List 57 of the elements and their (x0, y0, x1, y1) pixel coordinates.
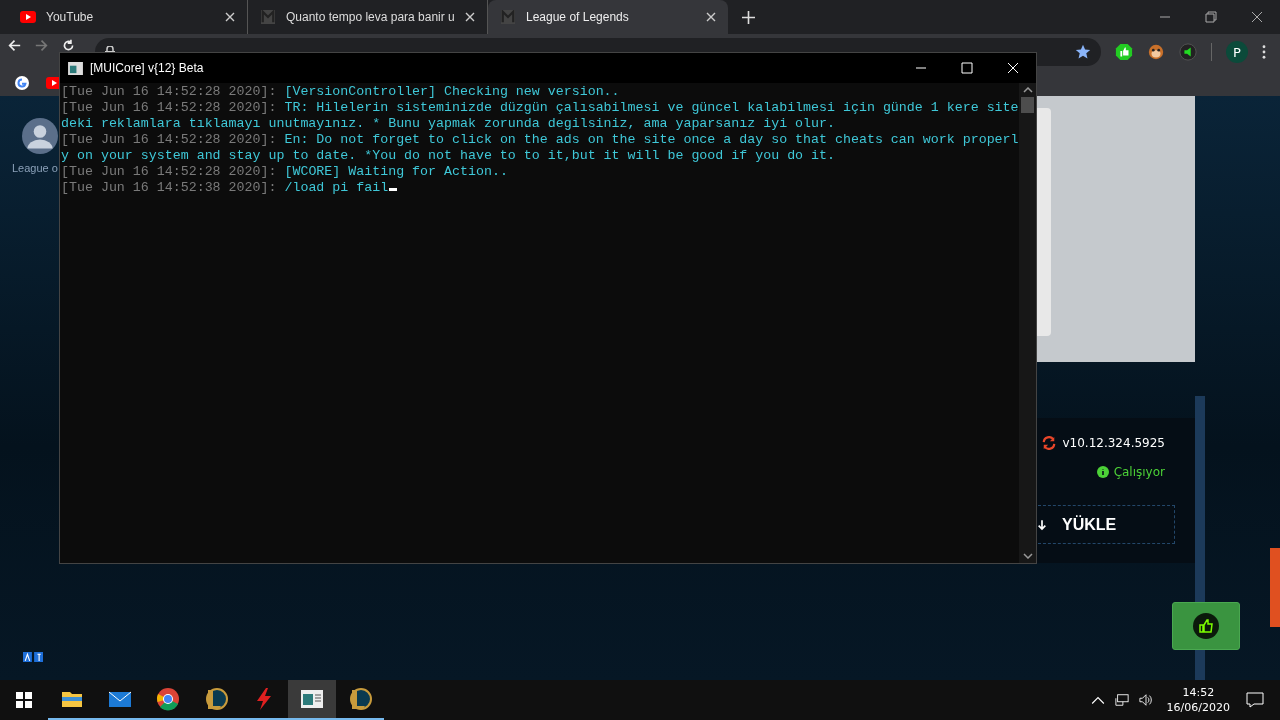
game-label: League o (11, 162, 58, 174)
load-button[interactable]: YÜKLE (1038, 505, 1175, 544)
network-icon[interactable] (1114, 693, 1129, 707)
version-text: v10.12.324.5925 (1062, 436, 1165, 450)
m-logo-icon (260, 10, 276, 24)
browser-tab[interactable]: League of Legends (488, 0, 728, 34)
speaker-icon[interactable] (1179, 43, 1197, 61)
windows-start-icon[interactable] (16, 692, 32, 708)
log-line: [Tue Jun 16 14:52:28 2020]: TR: Hilelerin sisteminizde düzgün çalısabilmesi ve güncel kalabilmesi için günde 1 kere sitedeki reklamlara tıklamayı unutmayınız. * Bunu yapmak zorunda degilsiniz, ama yaparsanız iyi olur. (61, 100, 1019, 132)
tab-title: YouTube (46, 10, 95, 24)
close-icon[interactable] (1251, 11, 1263, 23)
like-button[interactable] (1172, 602, 1240, 650)
thumbs-up-icon (1193, 613, 1219, 639)
star-icon[interactable] (1075, 44, 1091, 60)
window-icon (300, 687, 324, 711)
new-tab-icon[interactable] (742, 10, 755, 24)
volume-icon[interactable] (1138, 693, 1153, 707)
log-line: [Tue Jun 16 14:52:28 2020]: [VersionController] Checking new version.. (61, 84, 621, 100)
forward-icon[interactable] (35, 39, 48, 52)
google-icon[interactable] (14, 75, 30, 91)
taskbar-app[interactable] (288, 680, 336, 720)
m-logo-icon (500, 10, 516, 24)
profile-avatar[interactable]: P (1226, 41, 1248, 63)
text-cursor (389, 188, 398, 191)
back-icon[interactable] (8, 39, 21, 52)
tab-title: League of Legends (526, 10, 630, 24)
shield-icon (204, 687, 228, 711)
log-line: [Tue Jun 16 14:52:28 2020]: [WCORE] Waiting for Action.. (61, 164, 509, 180)
log-line: [Tue Jun 16 14:52:38 2020]: /load pi fail (61, 180, 1019, 196)
menu-icon[interactable] (1262, 45, 1266, 59)
window-icon (68, 61, 83, 75)
close-icon[interactable] (465, 12, 475, 22)
maximize-icon[interactable] (961, 62, 973, 74)
youtube-icon (20, 10, 36, 24)
tab-title: Quanto tempo leva para banir u (286, 10, 455, 24)
chrome-icon (156, 687, 180, 711)
shield-icon (348, 687, 372, 711)
clock-time[interactable]: 14:52 (1182, 685, 1215, 700)
monkey-icon[interactable] (1147, 43, 1165, 61)
scroll-up-icon[interactable] (1022, 87, 1033, 93)
scroll-thumb[interactable] (1021, 97, 1034, 113)
scroll-thumb[interactable] (1270, 548, 1280, 627)
info-icon (1096, 466, 1109, 478)
close-icon[interactable] (225, 12, 235, 22)
sync-icon (1042, 436, 1057, 450)
thumbs-up-icon[interactable] (1115, 43, 1133, 61)
close-icon[interactable] (706, 12, 716, 22)
window-title: [MUICore] v{12} Beta (90, 61, 204, 75)
status-text: Çalışıyor (1113, 465, 1165, 479)
scroll-down-icon[interactable] (1022, 553, 1033, 559)
restore-icon[interactable] (1205, 11, 1217, 23)
log-line: [Tue Jun 16 14:52:28 2020]: En: Do not forget to click on the ads on the site once a day so that cheats can work properly on your system and stay up to date. *You do not have to to it,but it will be good if you do it. (61, 132, 1019, 164)
avatar-icon (22, 118, 58, 154)
translate-icon[interactable] (23, 652, 43, 662)
notification-icon[interactable] (1246, 692, 1264, 708)
reload-icon[interactable] (62, 39, 75, 52)
clock-date[interactable]: 16/06/2020 (1166, 700, 1230, 715)
